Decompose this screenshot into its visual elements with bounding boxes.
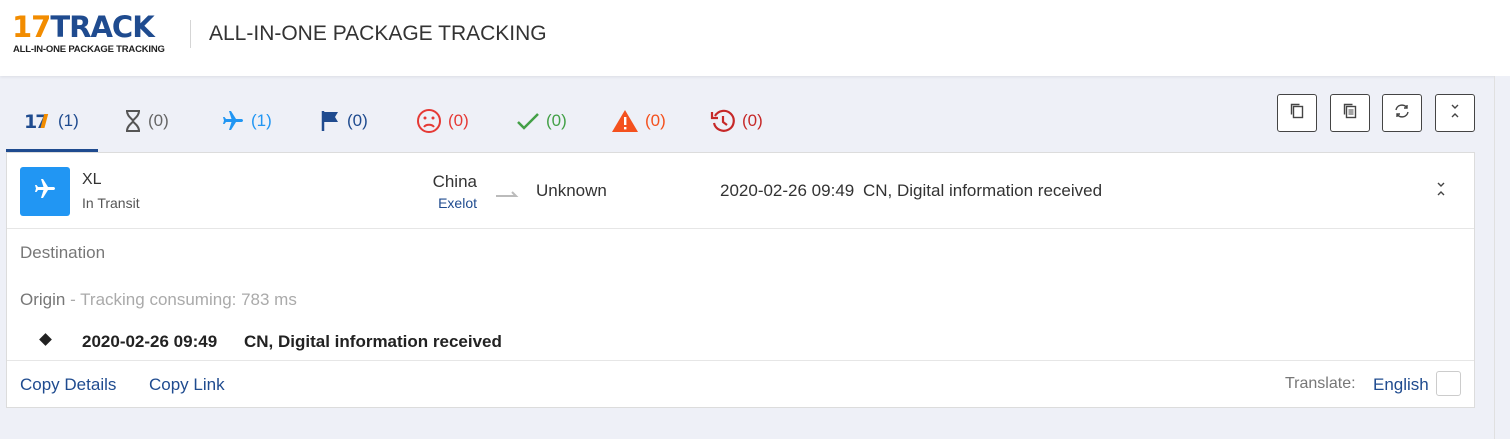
tab-pick-up[interactable]: (0) [321, 90, 368, 152]
logo-number: 17 [12, 10, 51, 44]
page-title: ALL-IN-ONE PACKAGE TRACKING [209, 22, 547, 45]
copy-link-link[interactable]: Copy Link [149, 375, 225, 395]
tab-expired-count: (0) [742, 111, 763, 130]
warning-icon [611, 109, 639, 133]
tab-delivered[interactable]: (0) [516, 90, 567, 152]
tab-pick-up-count: (0) [347, 111, 368, 130]
checkmark-icon [516, 110, 540, 132]
logo-word: TRACK [50, 10, 154, 44]
tab-alert-count: (0) [645, 111, 666, 130]
tab-delivered-count: (0) [546, 111, 567, 130]
refresh-button[interactable] [1382, 94, 1422, 132]
tab-all[interactable]: 17 (1) [6, 90, 98, 152]
expand-toggle-button[interactable] [1433, 181, 1449, 201]
airplane-icon [33, 177, 57, 206]
origin-section-heading: Origin - Tracking consuming: 783 ms [20, 290, 297, 310]
page-header: 17TRACK ALL-IN-ONE PACKAGE TRACKING ALL-… [0, 0, 1510, 76]
route-arrow-icon [495, 186, 521, 204]
flag-icon [321, 110, 341, 132]
shipment-status: In Transit [82, 195, 140, 211]
page-scrollbar[interactable] [1494, 76, 1510, 439]
collapse-all-button[interactable] [1435, 94, 1475, 132]
logo-tagline: ALL-IN-ONE PACKAGE TRACKING [13, 44, 165, 55]
airplane-icon [221, 109, 245, 133]
copy-list-icon [1342, 102, 1358, 125]
tab-expired[interactable]: (0) [710, 90, 763, 152]
logo-wordmark: 17TRACK [12, 10, 155, 44]
tab-in-transit-count: (1) [251, 111, 272, 130]
event-bullet-icon [39, 333, 52, 346]
destination-country: Unknown [536, 181, 607, 200]
event-description: CN, Digital information received [244, 332, 502, 351]
tab-alert[interactable]: (0) [611, 90, 666, 152]
sad-face-icon [416, 108, 442, 134]
latest-event-description: CN, Digital information received [863, 181, 1103, 200]
translate-label: Translate: [1285, 375, 1356, 392]
refresh-icon [1393, 103, 1411, 124]
copy-all-button[interactable] [1330, 94, 1370, 132]
tab-undelivered[interactable]: (0) [416, 90, 469, 152]
origin-country: China [432, 172, 477, 191]
translate-checkbox[interactable] [1436, 371, 1461, 396]
shipment-card: XL In Transit China Exelot Unknown 2020-… [6, 152, 1475, 408]
copy-button[interactable] [1277, 94, 1317, 132]
latest-event-time: 2020-02-26 09:49 [720, 181, 855, 200]
logo-17track[interactable]: 17TRACK ALL-IN-ONE PACKAGE TRACKING [12, 12, 174, 56]
tab-not-found[interactable]: (0) [124, 90, 169, 152]
tab-all-count: (1) [58, 111, 79, 130]
status-badge [20, 167, 70, 216]
collapse-all-icon [1449, 103, 1461, 124]
destination-section-label: Destination [20, 243, 106, 262]
tab-in-transit[interactable]: (1) [221, 90, 272, 152]
17-logo-icon: 17 [24, 111, 52, 131]
shipment-summary[interactable]: XL In Transit China Exelot Unknown 2020-… [7, 153, 1474, 229]
card-footer: Copy Details Copy Link Translate: Englis… [7, 360, 1474, 408]
tracking-number[interactable]: XL [82, 171, 102, 189]
collapse-icon [1435, 181, 1447, 202]
tracking-consuming-text: - Tracking consuming: 783 ms [65, 290, 297, 309]
translate-language-link[interactable]: English [1373, 375, 1429, 395]
tab-not-found-count: (0) [148, 111, 169, 130]
copy-details-link[interactable]: Copy Details [20, 375, 116, 395]
origin-section-label: Origin [20, 290, 66, 309]
hourglass-icon [124, 110, 142, 132]
tab-undelivered-count: (0) [448, 111, 469, 130]
history-icon [710, 108, 736, 134]
copy-icon [1289, 102, 1305, 125]
event-time: 2020-02-26 09:49 [82, 332, 218, 351]
header-divider [190, 20, 191, 48]
carrier-link[interactable]: Exelot [438, 195, 477, 211]
